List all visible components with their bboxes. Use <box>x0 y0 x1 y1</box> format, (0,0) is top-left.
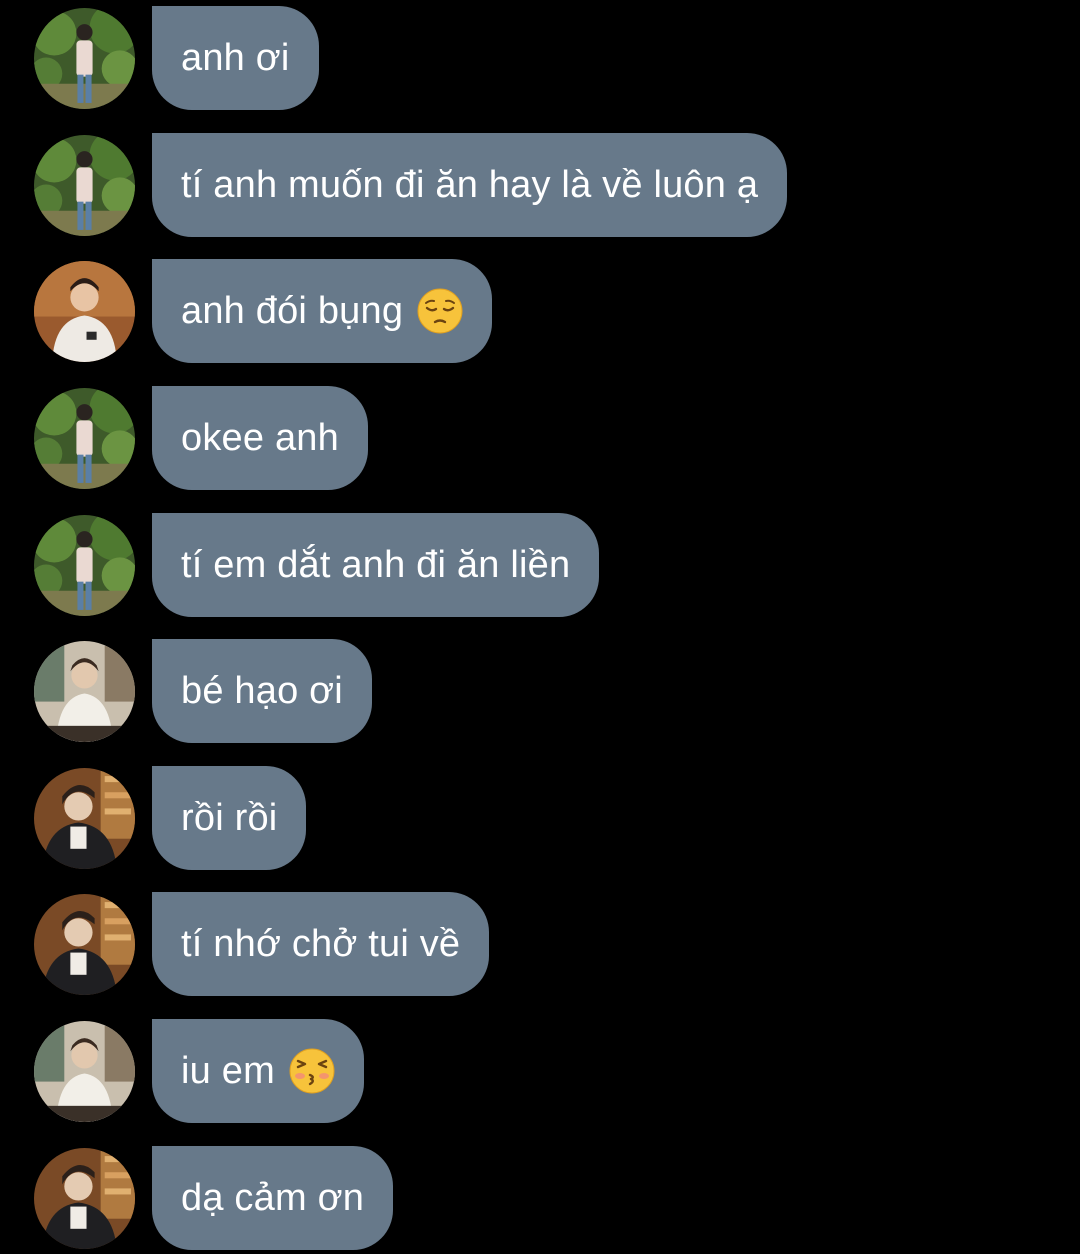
message-text: anh đói bụng <box>181 290 404 332</box>
message-text: anh ơi <box>181 37 290 79</box>
message-row: anh ơi <box>0 6 1080 110</box>
message-text: bé hạo ơi <box>181 670 343 712</box>
avatar-cafe-icon[interactable] <box>34 641 135 742</box>
kissing-face-icon <box>289 1048 335 1094</box>
avatar-library-icon[interactable] <box>34 894 135 995</box>
message-row: okee anh <box>0 386 1080 490</box>
message-text: dạ cảm ơn <box>181 1177 365 1219</box>
message-row: iu em <box>0 1019 1080 1123</box>
message-bubble[interactable]: rồi rồi <box>152 766 307 870</box>
message-text: okee anh <box>181 417 339 459</box>
message-text: rồi rồi <box>181 797 278 839</box>
avatar-garden-icon[interactable] <box>34 388 135 489</box>
chat-thread: anh ơi tí anh muốn đi ăn hay là về luôn … <box>0 0 1080 1254</box>
avatar-cafe-icon[interactable] <box>34 1021 135 1122</box>
message-bubble[interactable]: okee anh <box>152 386 368 490</box>
avatar-garden-icon[interactable] <box>34 135 135 236</box>
avatar-library-icon[interactable] <box>34 1148 135 1249</box>
message-row: anh đói bụng <box>0 259 1080 363</box>
message-bubble[interactable]: anh ơi <box>152 6 319 110</box>
message-text: iu em <box>181 1050 275 1092</box>
message-bubble[interactable]: bé hạo ơi <box>152 639 372 743</box>
message-bubble[interactable]: tí em dắt anh đi ăn liền <box>152 513 600 617</box>
message-row: rồi rồi <box>0 766 1080 870</box>
message-text: tí em dắt anh đi ăn liền <box>181 544 571 586</box>
message-text: tí anh muốn đi ăn hay là về luôn ạ <box>181 164 759 206</box>
message-bubble[interactable]: dạ cảm ơn <box>152 1146 394 1250</box>
message-row: tí anh muốn đi ăn hay là về luôn ạ <box>0 133 1080 237</box>
avatar-warm-icon[interactable] <box>34 261 135 362</box>
message-row: bé hạo ơi <box>0 639 1080 743</box>
pensive-face-icon <box>417 288 463 334</box>
message-bubble[interactable]: tí nhớ chở tui về <box>152 892 490 996</box>
message-row: tí nhớ chở tui về <box>0 892 1080 996</box>
message-row: tí em dắt anh đi ăn liền <box>0 513 1080 617</box>
message-row: dạ cảm ơn <box>0 1146 1080 1250</box>
avatar-garden-icon[interactable] <box>34 515 135 616</box>
avatar-library-icon[interactable] <box>34 768 135 869</box>
message-bubble[interactable]: iu em <box>152 1019 364 1123</box>
message-text: tí nhớ chở tui về <box>181 923 461 965</box>
avatar-garden-icon[interactable] <box>34 8 135 109</box>
message-bubble[interactable]: tí anh muốn đi ăn hay là về luôn ạ <box>152 133 788 237</box>
message-bubble[interactable]: anh đói bụng <box>152 259 493 363</box>
